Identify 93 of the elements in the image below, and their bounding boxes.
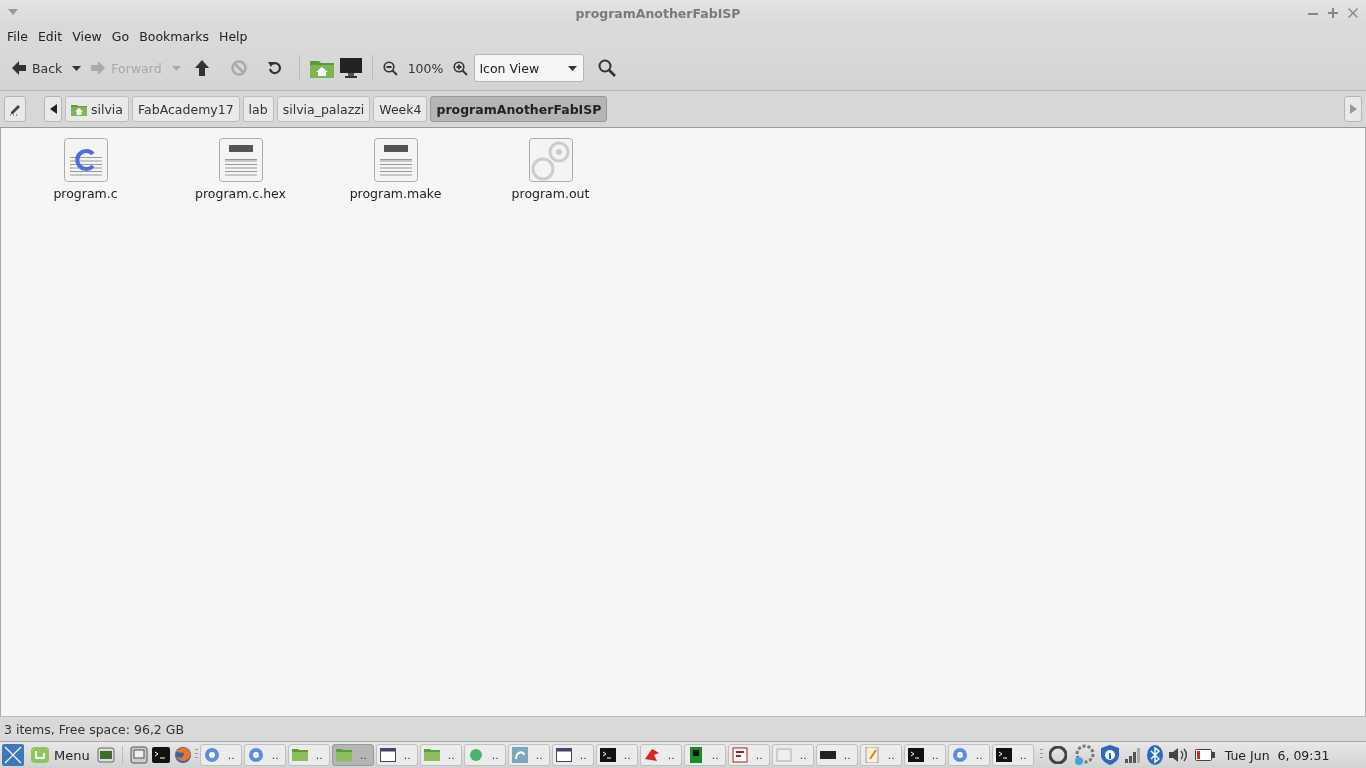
path-button[interactable]: Week4 (373, 96, 428, 122)
file-name[interactable]: program.make (349, 186, 442, 201)
taskbar-window-button[interactable]: .. (331, 744, 374, 766)
taskbar-window-button[interactable]: .. (463, 744, 506, 766)
path-button[interactable]: silvia_palazzi (276, 96, 371, 122)
menu-item[interactable]: Edit (32, 28, 68, 44)
zoom-in-icon[interactable] (453, 60, 469, 76)
up-arrow-icon[interactable] (194, 60, 209, 76)
panel-icon[interactable] (96, 746, 115, 764)
c-file-icon[interactable] (63, 138, 108, 182)
leaf-logo-icon (30, 745, 50, 765)
taskbar-window-button[interactable]: .. (419, 744, 462, 766)
taskbar-window-button[interactable]: .. (199, 744, 242, 766)
folder-icon (291, 747, 308, 763)
taskbar-window-button[interactable]: .. (683, 744, 726, 766)
app-icon (511, 747, 528, 763)
scroll-left-button[interactable] (44, 96, 62, 122)
taskbar-window-button[interactable]: .. (287, 744, 330, 766)
path-button[interactable]: FabAcademy17 (132, 96, 240, 122)
round-app-icon (247, 747, 264, 763)
left-arrow-icon (12, 61, 26, 75)
menu-item[interactable]: File (2, 28, 33, 44)
text-file-icon[interactable] (373, 138, 418, 182)
file-name[interactable]: program.c (53, 186, 118, 201)
volume-icon[interactable] (1168, 747, 1189, 763)
home-folder-icon (71, 102, 87, 116)
menu-item[interactable]: Bookmarks (134, 28, 214, 44)
signal-icon[interactable] (1124, 747, 1141, 763)
close-icon[interactable] (1348, 8, 1358, 18)
system-logo-icon[interactable] (2, 744, 24, 766)
app-icon (555, 747, 572, 763)
taskbar-window-button[interactable]: .. (243, 744, 286, 766)
app-icon (731, 747, 748, 763)
app-icon (379, 747, 396, 763)
terminal-icon (907, 747, 924, 763)
terminal-icon (995, 747, 1012, 763)
taskbar-window-button[interactable]: .. (903, 744, 946, 766)
path-button[interactable]: programAnotherFabISP (430, 96, 608, 122)
taskbar-window-button[interactable]: .. (507, 744, 550, 766)
bluetooth-icon[interactable] (1146, 745, 1163, 765)
search-icon[interactable] (598, 59, 617, 77)
pencil-icon (8, 102, 22, 116)
menu-item[interactable]: Help (214, 28, 253, 44)
path-button[interactable]: lab (242, 96, 274, 122)
file-name[interactable]: program.out (511, 186, 590, 201)
taskbar-window-button[interactable]: .. (815, 744, 858, 766)
zoom-level: 100% (406, 59, 445, 78)
right-arrow-icon (91, 61, 106, 75)
taskbar-window-button[interactable]: .. (859, 744, 902, 766)
app-icon (775, 747, 792, 763)
app-icon (863, 747, 880, 763)
taskbar-window-button[interactable]: .. (639, 744, 682, 766)
taskbar-window-button[interactable]: .. (727, 744, 770, 766)
taskbar-window-button[interactable]: .. (947, 744, 990, 766)
folder-icon (423, 747, 440, 763)
back-button[interactable]: Back (8, 57, 67, 79)
left-triangle-icon (49, 104, 57, 114)
round-app-icon (951, 747, 968, 763)
window-title: programAnotherFabISP (574, 5, 742, 21)
folder-icon (335, 747, 352, 763)
caret-icon[interactable] (72, 65, 82, 71)
path-button[interactable]: silvia (65, 96, 129, 122)
shield-icon[interactable] (1100, 745, 1119, 765)
battery-icon[interactable] (1194, 749, 1215, 761)
caret-icon (568, 65, 578, 71)
start-menu-button[interactable]: Menu (26, 745, 94, 765)
monitor-icon[interactable] (339, 58, 362, 78)
app-icon (643, 747, 660, 763)
taskbar-window-button[interactable]: .. (551, 744, 594, 766)
file-name[interactable]: program.c.hex (195, 186, 286, 201)
home-folder-icon[interactable] (309, 58, 334, 78)
round-app-icon (203, 747, 220, 763)
terminal-icon[interactable] (151, 746, 170, 764)
app-icon (467, 747, 484, 763)
menu-item[interactable]: View (67, 28, 107, 44)
text-file-icon[interactable] (218, 138, 263, 182)
status-text: 3 items, Free space: 96,2 GB (4, 721, 185, 737)
computer-icon[interactable] (129, 746, 148, 764)
terminal-icon (599, 747, 616, 763)
menu-item[interactable]: Go (106, 28, 135, 44)
edit-location-button[interactable] (4, 96, 26, 122)
right-triangle-icon (1349, 104, 1357, 114)
taskbar-window-button[interactable]: .. (771, 744, 814, 766)
maximize-icon[interactable] (1328, 8, 1338, 18)
reload-icon[interactable] (266, 60, 283, 76)
taskbar-window-button[interactable]: .. (375, 744, 418, 766)
clock[interactable]: Tue Jun 6, 09:31 (1224, 747, 1330, 763)
app-icon (687, 747, 704, 763)
zoom-out-icon[interactable] (382, 60, 398, 76)
taskbar-window-button[interactable]: .. (991, 744, 1034, 766)
view-dropdown[interactable]: Icon View (474, 54, 585, 82)
taskbar-window-button[interactable]: .. (595, 744, 638, 766)
fox-globe-icon[interactable] (173, 746, 192, 764)
